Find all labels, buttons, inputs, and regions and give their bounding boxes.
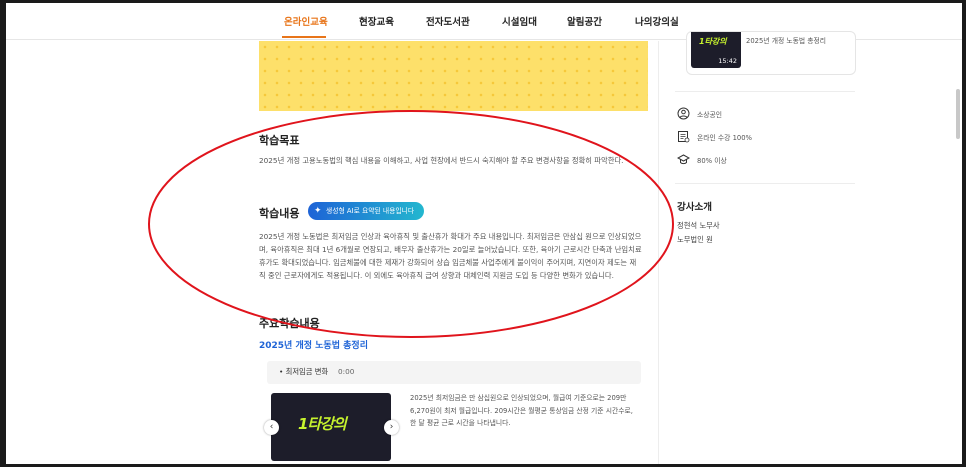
related-video-title: 2025년 개정 노동법 총정리: [746, 37, 827, 45]
nav-notice[interactable]: 알림공간: [567, 14, 602, 28]
nav-field-education[interactable]: 현장교육: [359, 14, 394, 28]
info-method-text: 온라인 수강 100%: [697, 134, 753, 142]
content-heading: 학습내용: [259, 207, 300, 220]
ai-summary-button[interactable]: ✦ 생성형 AI로 요약된 내용입니다: [308, 202, 425, 220]
graduation-cap-icon: [677, 154, 690, 165]
video-logo: 1타강의: [298, 415, 347, 433]
nav-online-education[interactable]: 온라인교육: [284, 14, 328, 28]
divider: [675, 183, 855, 184]
info-completion-text: 80% 이상: [697, 157, 727, 165]
related-video-card[interactable]: 1타강의 15:42 2025년 개정 노동법 총정리: [686, 31, 856, 75]
chapter-title: • 최저임금 변화: [279, 367, 329, 376]
course-title-link[interactable]: 2025년 개정 노동법 총정리: [259, 338, 368, 351]
page-scrollbar[interactable]: [956, 89, 960, 139]
chapter-row[interactable]: • 최저임금 변화 0:00: [267, 361, 641, 384]
browser-page: 온라인교육 현장교육 전자도서관 시설임대 알림공간 나의강의실 학습목표 20…: [6, 3, 962, 464]
nav-facility-rental[interactable]: 시설임대: [502, 14, 537, 28]
instructor-name: 정현석 노무사: [677, 221, 720, 230]
objective-text: 2025년 개정 고용노동법의 핵심 내용을 이해하고, 사업 현장에서 반드시…: [259, 156, 624, 165]
sparkle-icon: ✦: [314, 206, 322, 216]
video-duration: 15:42: [718, 57, 737, 65]
content-text: 2025년 개정 노동법은 최저임금 인상과 육아휴직 및 출산휴가 확대가 주…: [259, 232, 642, 280]
video-thumbnail[interactable]: 1타강의: [271, 393, 391, 461]
instructor-organization: 노무법인 원: [677, 235, 713, 244]
related-video-logo: 1타강의: [699, 37, 727, 46]
chevron-left-icon[interactable]: ‹: [264, 420, 279, 435]
instructor-heading: 강사소개: [677, 202, 712, 213]
info-target-text: 소상공인: [697, 111, 723, 119]
course-sidebar: 1타강의 15:42 2025년 개정 노동법 총정리 소상공인 온라인 수강 …: [658, 31, 962, 464]
chapter-time: 0:00: [338, 367, 355, 376]
nav-active-underline: [282, 36, 326, 38]
chevron-right-icon[interactable]: ›: [384, 420, 399, 435]
related-video-thumbnail: 1타강의 15:42: [691, 32, 741, 68]
objective-heading: 학습목표: [259, 134, 300, 147]
nav-e-library[interactable]: 전자도서관: [426, 14, 470, 28]
divider: [675, 91, 855, 92]
video-description: 2025년 최저임금은 만 삼십원으로 인상되었으며, 월급여 기준으로는 20…: [410, 394, 633, 427]
person-icon: [677, 107, 690, 120]
ai-summary-label: 생성형 AI로 요약된 내용입니다: [326, 207, 415, 215]
course-banner-image: [259, 41, 648, 111]
certificate-icon: [678, 131, 690, 143]
nav-my-classroom[interactable]: 나의강의실: [635, 14, 679, 28]
key-content-heading: 주요학습내용: [259, 317, 320, 330]
